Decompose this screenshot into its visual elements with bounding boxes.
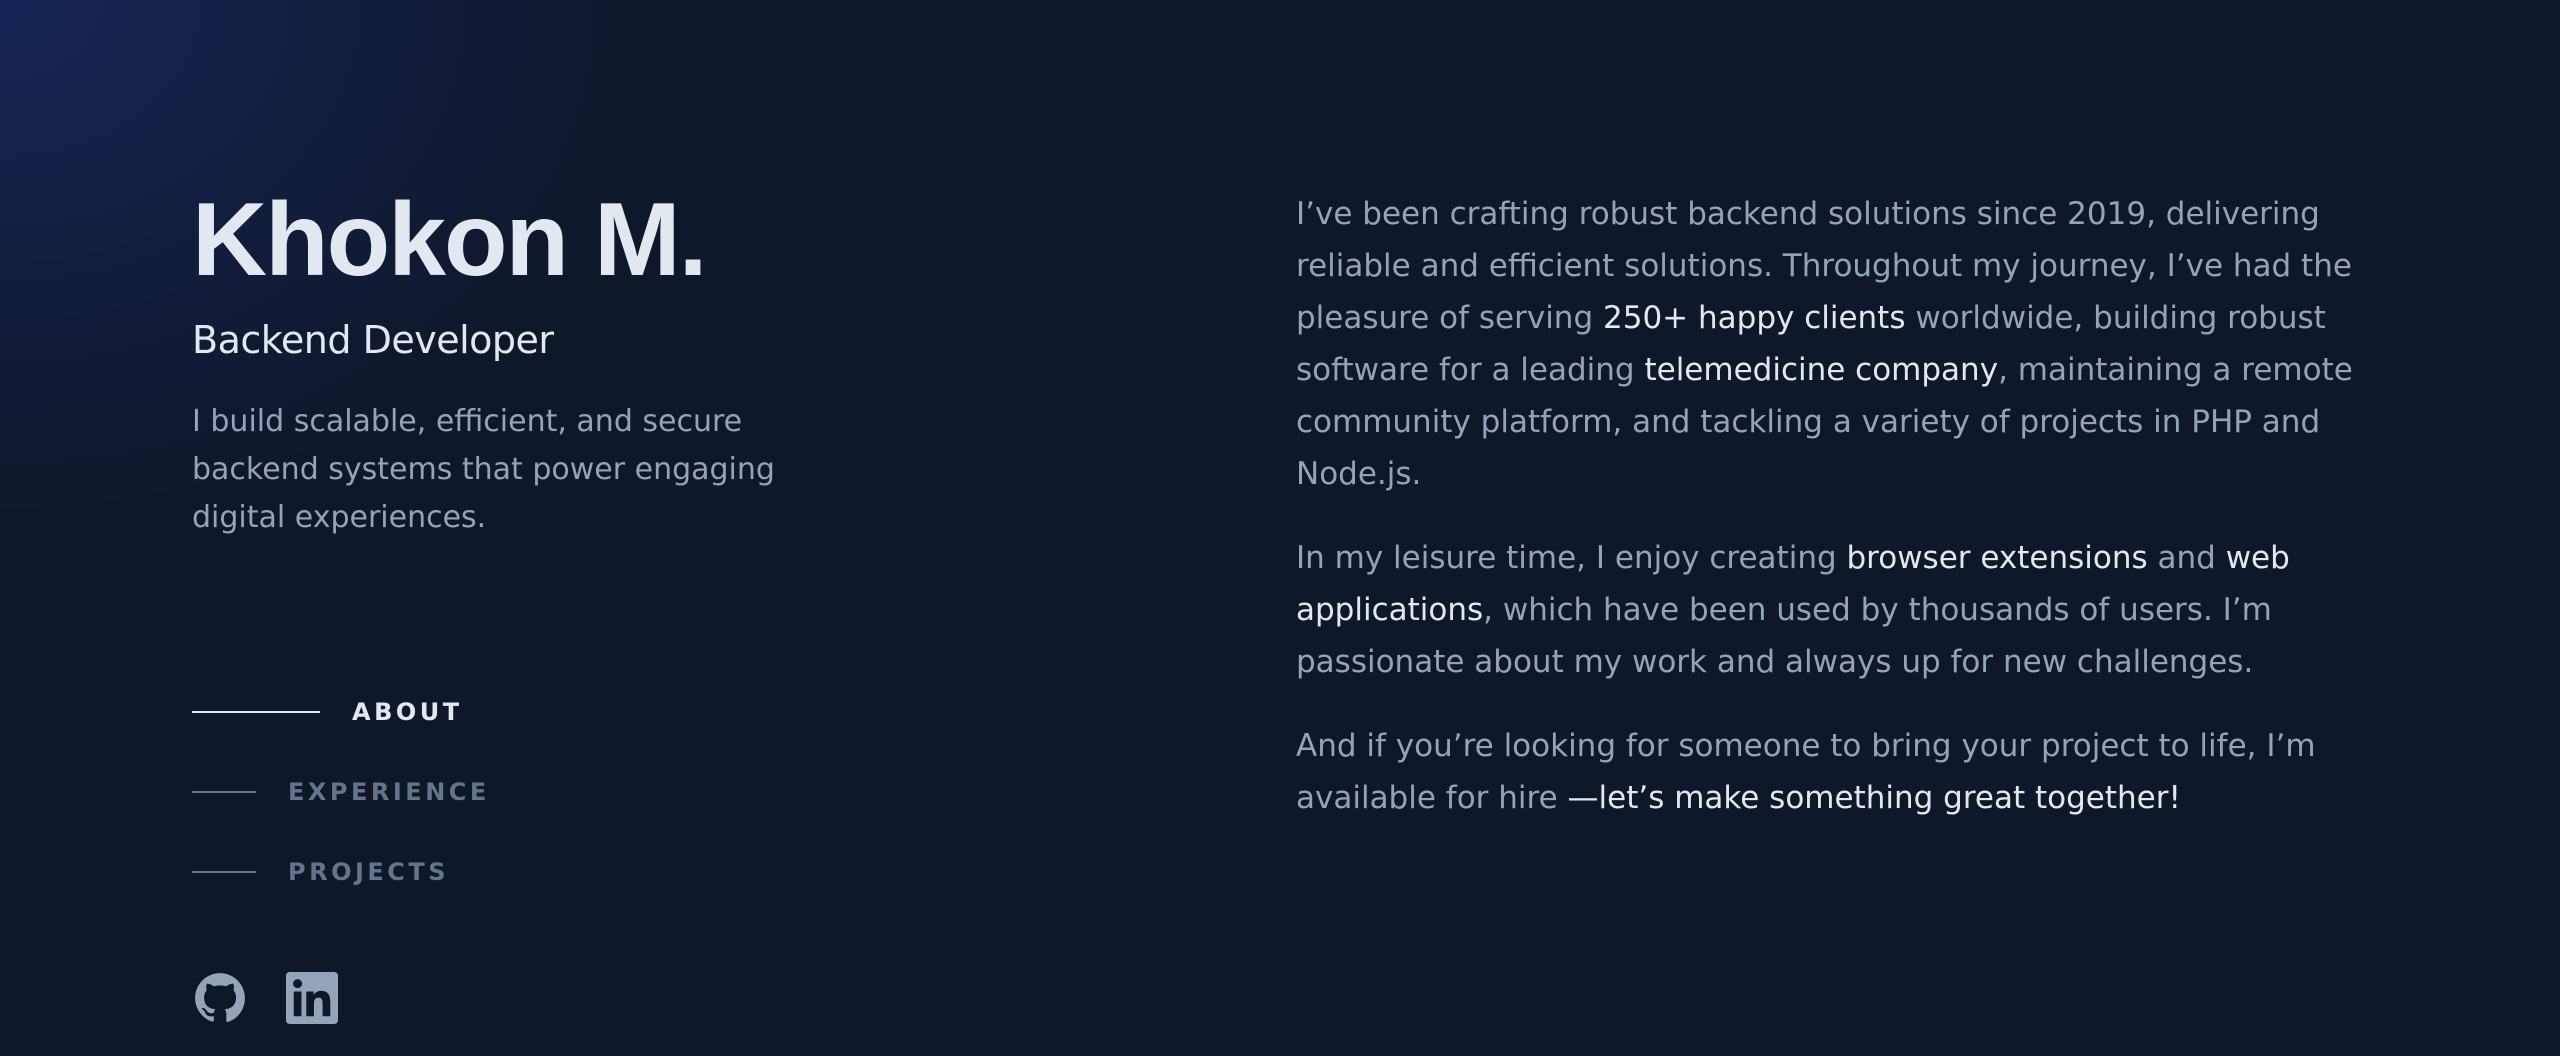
- linkedin-icon: [286, 972, 338, 1024]
- nav-item-projects[interactable]: PROJECTS: [192, 846, 490, 898]
- highlight-browser-extensions: browser extensions: [1846, 540, 2148, 576]
- github-link[interactable]: [192, 970, 248, 1026]
- nav-item-about[interactable]: ABOUT: [192, 686, 490, 738]
- highlight-call-to-action: —let’s make something great together!: [1567, 780, 2181, 816]
- highlight-telemedicine: telemedicine company: [1644, 352, 1999, 388]
- github-icon: [195, 973, 245, 1023]
- highlight-clients: 250+ happy clients: [1603, 300, 1906, 336]
- nav-item-experience[interactable]: EXPERIENCE: [192, 766, 490, 818]
- about-paragraph: And if you’re looking for someone to bri…: [1296, 720, 2356, 824]
- nav-label: PROJECTS: [288, 858, 450, 886]
- profile-tagline: I build scalable, efficient, and secure …: [192, 404, 775, 535]
- about-paragraph: I’ve been crafting robust backend soluti…: [1296, 188, 2356, 500]
- nav-indicator-line: [192, 791, 256, 793]
- nav-indicator-line: [192, 711, 320, 713]
- profile-role: Backend Developer: [192, 318, 554, 362]
- about-section: I’ve been crafting robust backend soluti…: [1296, 188, 2356, 856]
- nav-label: EXPERIENCE: [288, 778, 490, 806]
- about-text: and: [2147, 540, 2226, 576]
- profile-column: Khokon M. Backend Developer I build scal…: [192, 0, 912, 1056]
- nav-indicator-line: [192, 871, 256, 873]
- linkedin-link[interactable]: [284, 970, 340, 1026]
- social-links: [192, 970, 376, 1026]
- section-nav: ABOUT EXPERIENCE PROJECTS: [192, 686, 490, 926]
- nav-label: ABOUT: [352, 698, 463, 726]
- about-text: In my leisure time, I enjoy creating: [1296, 540, 1847, 576]
- profile-name: Khokon M.: [192, 182, 707, 298]
- about-paragraph: In my leisure time, I enjoy creating bro…: [1296, 532, 2356, 688]
